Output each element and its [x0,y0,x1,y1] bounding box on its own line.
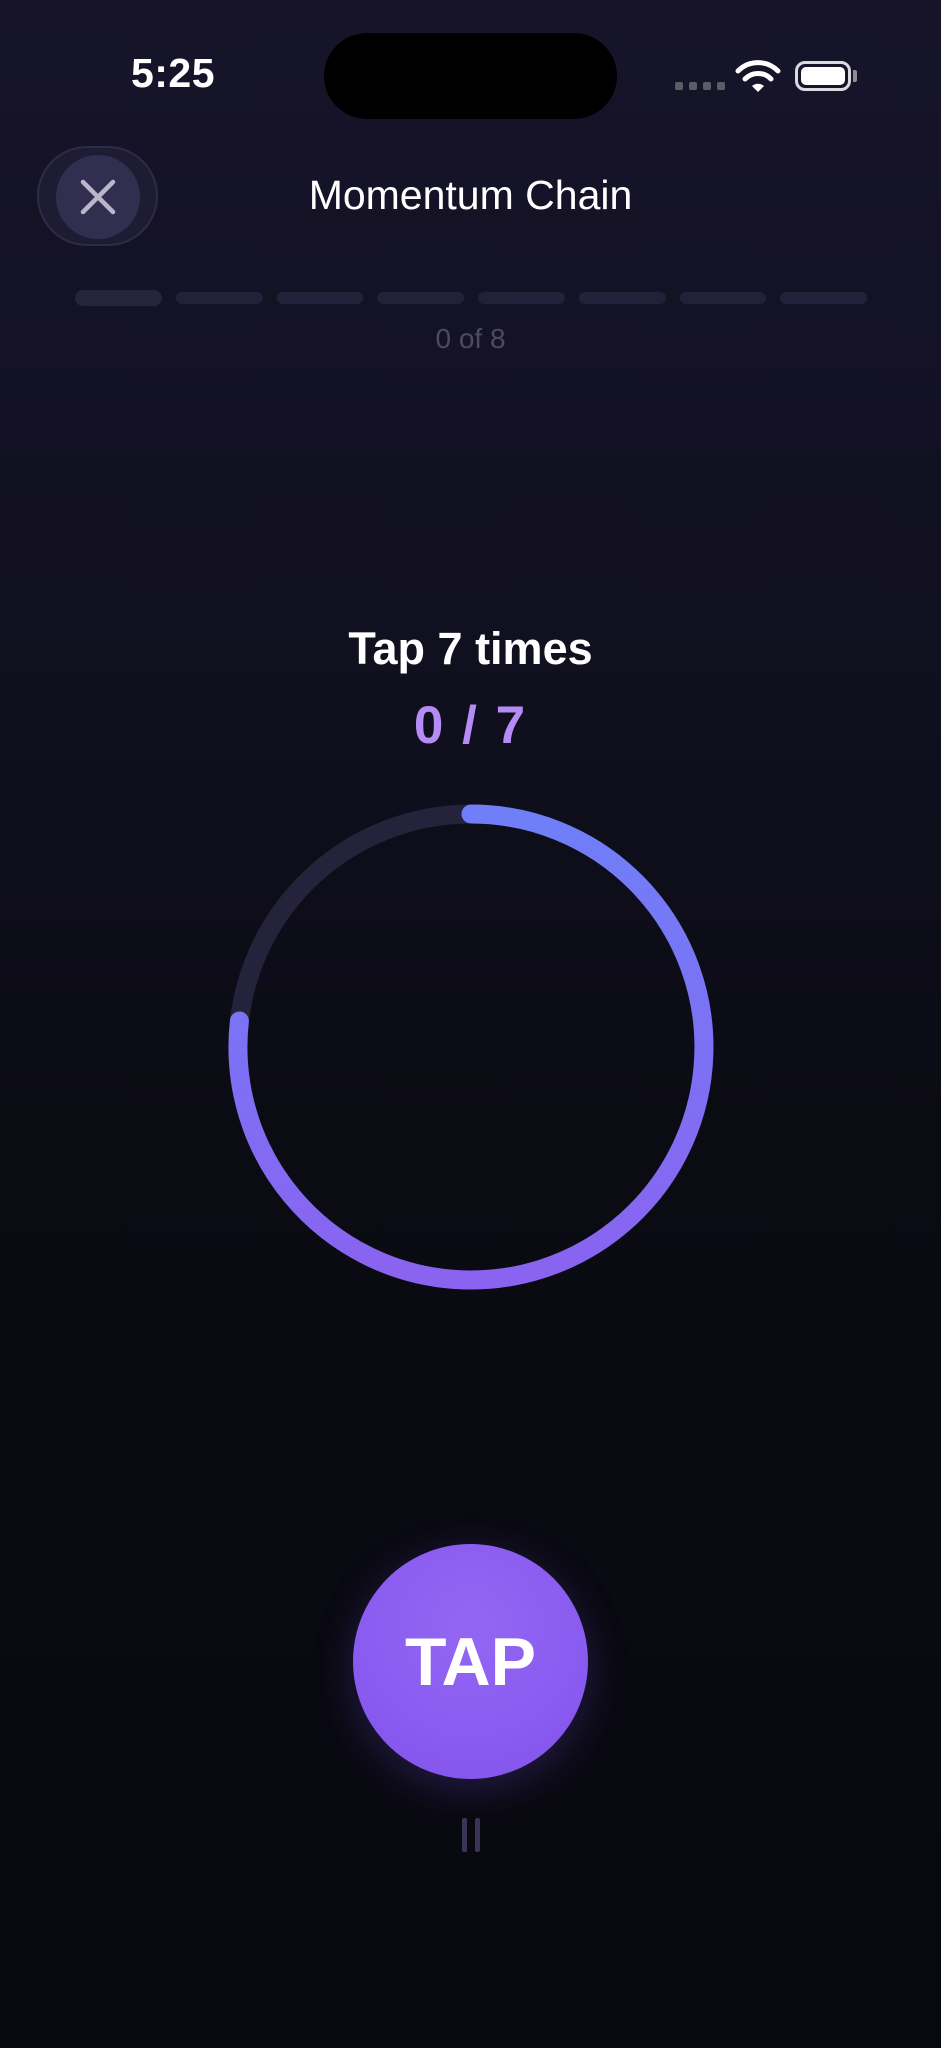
pause-icon[interactable] [459,1818,483,1854]
battery-tip [853,70,857,82]
tap-counter: 0 / 7 [413,696,528,755]
battery-icon [795,61,851,91]
wifi-icon [735,60,781,92]
step-segment [377,292,464,304]
instruction-text: Tap 7 times [348,623,593,674]
cellular-signal-icon [675,82,725,90]
step-segment [276,292,364,304]
step-segment [679,292,767,304]
tap-button[interactable]: TAP [353,1544,588,1779]
tap-progress-ring [228,804,714,1290]
step-segment [75,290,162,306]
step-segment [780,292,867,304]
dynamic-island [324,33,617,119]
page-title: Momentum Chain [308,172,633,218]
status-time: 5:25 [130,50,216,96]
step-segment [175,292,263,304]
step-segment [578,292,666,304]
step-progress-bar [75,290,867,306]
step-count-label: 0 of 8 [435,323,506,354]
step-segment [478,292,565,304]
